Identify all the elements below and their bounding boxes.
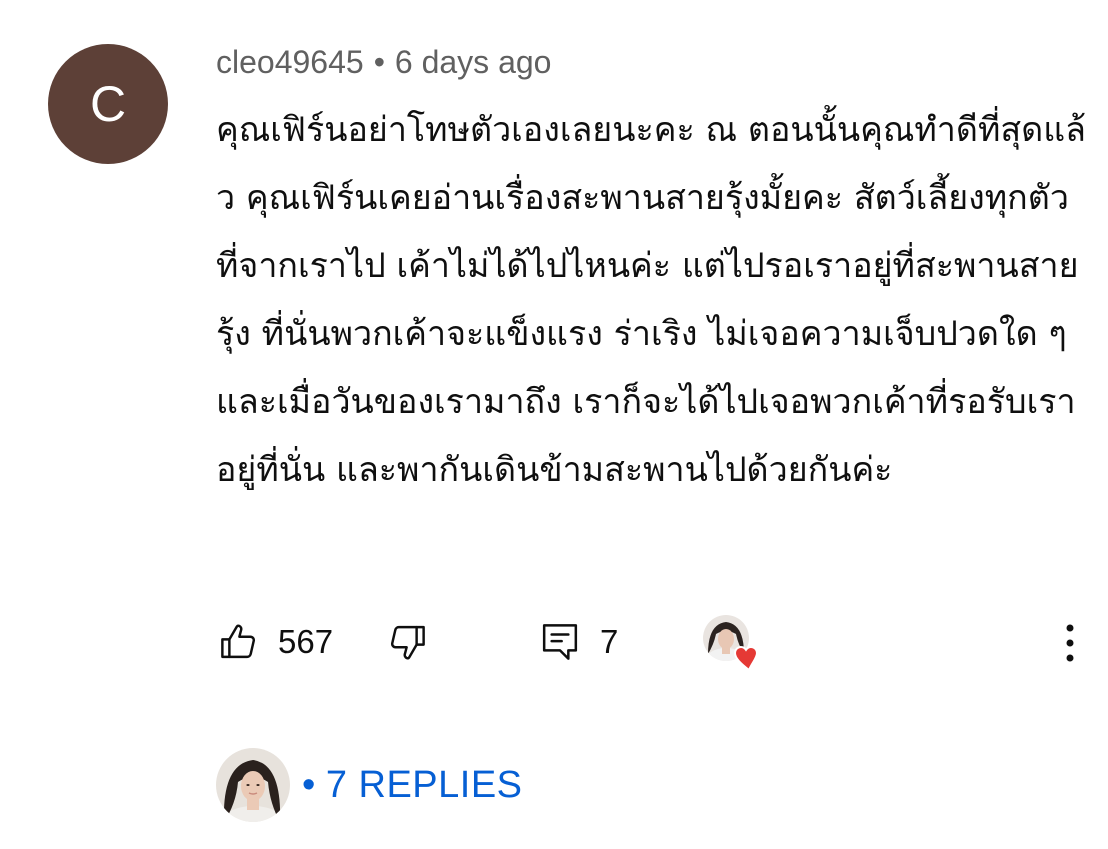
reply-author-avatar xyxy=(216,748,290,822)
meta-separator: • xyxy=(373,44,385,80)
author-name[interactable]: cleo49645 xyxy=(216,44,364,80)
replies-dot: • xyxy=(302,763,316,806)
comment-text: คุณเฟิร์นอย่าโทษตัวเองเลยนะคะ ณ ตอนนั้นค… xyxy=(216,110,1086,490)
like-count: 567 xyxy=(278,623,334,660)
replies-label[interactable]: • 7 REPLIES xyxy=(302,764,523,807)
creator-heart-icon xyxy=(703,615,759,672)
avatar-letter: C xyxy=(89,76,127,132)
view-replies-button[interactable]: • 7 REPLIES xyxy=(216,748,523,822)
reply-button[interactable]: 7 xyxy=(540,612,618,672)
comment-timestamp[interactable]: 6 days ago xyxy=(395,44,552,80)
comment-header: cleo49645 • 6 days ago xyxy=(216,44,551,81)
dislike-button[interactable] xyxy=(386,612,428,672)
thumb-down-icon xyxy=(390,625,425,660)
thumb-up-icon xyxy=(221,624,256,659)
commenter-avatar[interactable]: C xyxy=(48,44,168,164)
comment-action-bar: 567 7 xyxy=(0,612,1108,672)
more-vert-icon[interactable] xyxy=(1052,618,1088,668)
reply-count: 7 xyxy=(600,623,619,660)
comment-icon xyxy=(542,624,578,660)
replies-count-text: 7 REPLIES xyxy=(325,763,523,806)
like-button[interactable]: 567 xyxy=(218,612,333,672)
